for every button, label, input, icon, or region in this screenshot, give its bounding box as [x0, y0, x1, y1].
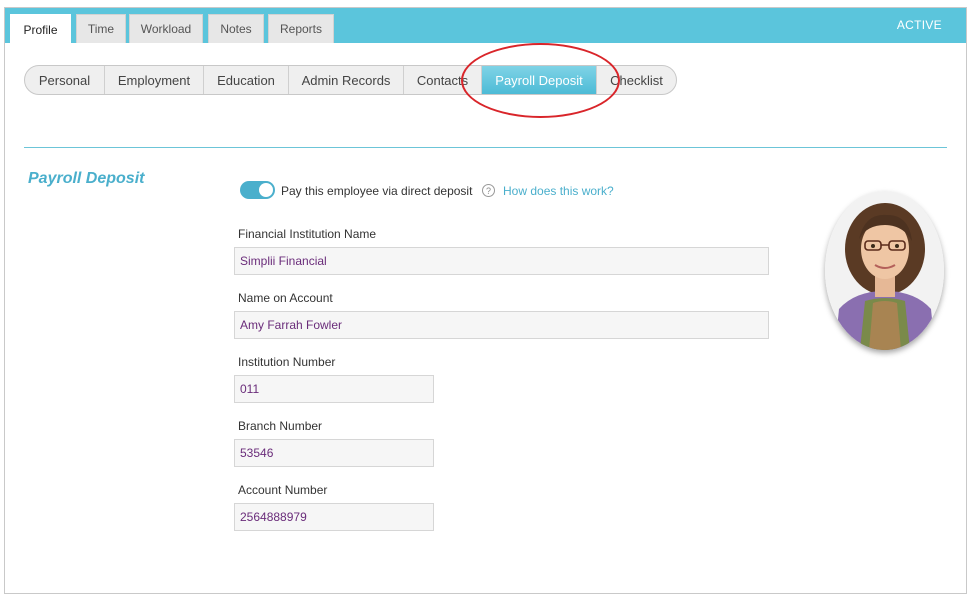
section-divider: [24, 147, 947, 148]
institution-number-label: Institution Number: [238, 355, 336, 369]
direct-deposit-toggle[interactable]: [240, 181, 275, 199]
account-number-input[interactable]: 2564888979: [234, 503, 434, 531]
app-frame: Profile Time Workload Notes Reports ACTI…: [4, 7, 967, 594]
branch-number-label: Branch Number: [238, 419, 323, 433]
subtab-personal[interactable]: Personal: [25, 66, 105, 94]
institution-number-input[interactable]: 011: [234, 375, 434, 403]
tab-workload[interactable]: Workload: [129, 14, 203, 43]
status-badge: ACTIVE: [896, 18, 942, 32]
top-nav-bar: Profile Time Workload Notes Reports ACTI…: [5, 8, 966, 44]
highlight-circle: [461, 43, 620, 118]
tab-reports[interactable]: Reports: [268, 14, 334, 43]
institution-name-label: Financial Institution Name: [238, 227, 377, 241]
tab-profile[interactable]: Profile: [10, 14, 71, 44]
help-icon[interactable]: ?: [482, 184, 495, 197]
toggle-knob: [259, 183, 273, 197]
account-number-label: Account Number: [238, 483, 328, 497]
subtab-admin-records[interactable]: Admin Records: [289, 66, 404, 94]
avatar-portrait-image: [825, 191, 944, 350]
branch-number-input[interactable]: 53546: [234, 439, 434, 467]
subtab-employment[interactable]: Employment: [105, 66, 204, 94]
help-link[interactable]: How does this work?: [503, 184, 614, 198]
institution-name-input[interactable]: Simplii Financial: [234, 247, 769, 275]
direct-deposit-label: Pay this employee via direct deposit: [281, 184, 473, 198]
section-title: Payroll Deposit: [28, 170, 145, 187]
account-name-input[interactable]: Amy Farrah Fowler: [234, 311, 769, 339]
avatar: [825, 191, 944, 350]
tab-time[interactable]: Time: [76, 14, 126, 43]
account-name-label: Name on Account: [238, 291, 333, 305]
tab-notes[interactable]: Notes: [208, 14, 264, 43]
subtab-education[interactable]: Education: [204, 66, 289, 94]
